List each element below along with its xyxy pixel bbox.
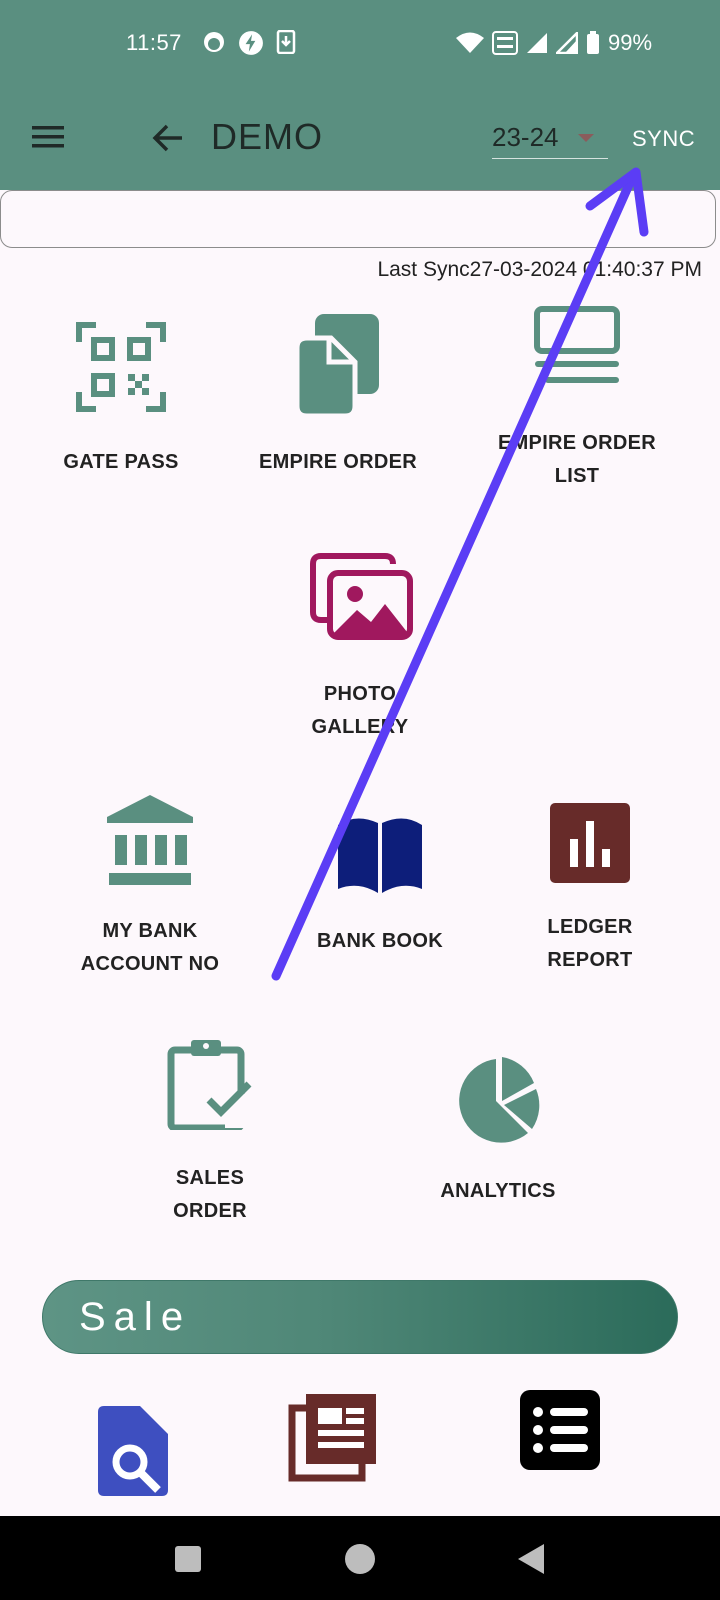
tile-label-line2: LIST: [554, 465, 600, 487]
bar-chart-icon: [550, 803, 630, 883]
tile-label-line1: SALES: [175, 1167, 245, 1189]
qr-code-icon: [76, 322, 166, 412]
pie-chart-icon: [459, 1057, 540, 1143]
tile-gate-pass[interactable]: GATE PASS: [41, 322, 201, 479]
tile-label-line1: LEDGER: [547, 916, 633, 938]
status-time: 11:57: [126, 30, 182, 55]
status-notification-icons: [202, 30, 296, 56]
tile-label: BANK BOOK: [316, 930, 444, 952]
recents-button[interactable]: [175, 1546, 201, 1572]
news-documents-icon[interactable]: [288, 1392, 378, 1482]
sale-section-label: Sale: [79, 1295, 192, 1339]
system-back-button[interactable]: [518, 1544, 544, 1574]
tile-ledger-report[interactable]: LEDGER REPORT: [500, 803, 680, 977]
sync-button[interactable]: SYNC: [632, 126, 695, 152]
face-notification-icon: [204, 32, 224, 52]
monitor-list-icon: [534, 306, 620, 383]
tile-label: ANALYTICS: [440, 1180, 556, 1202]
tile-label: EMPIRE ORDER: [258, 451, 418, 473]
search-input[interactable]: [0, 190, 716, 248]
dropdown-caret-icon: [578, 134, 594, 142]
search-document-icon[interactable]: [98, 1406, 170, 1496]
home-button[interactable]: [345, 1544, 375, 1574]
tile-label-line2: REPORT: [547, 949, 633, 971]
document-phone-icon: [294, 314, 379, 418]
tile-analytics[interactable]: ANALYTICS: [418, 1055, 578, 1208]
battery-icon: [587, 31, 599, 54]
tile-photo-gallery[interactable]: PHOTO GALLERY: [280, 552, 440, 744]
system-navigation-bar: [0, 1516, 720, 1600]
tile-my-bank-account[interactable]: MY BANK ACCOUNT NO: [60, 795, 240, 981]
tile-bank-book[interactable]: BANK BOOK: [300, 815, 460, 958]
wifi-icon: [456, 32, 484, 53]
menu-icon[interactable]: [30, 122, 66, 152]
tile-empire-order-list[interactable]: EMPIRE ORDER LIST: [482, 305, 672, 493]
status-bar: 11:57 99%: [0, 0, 720, 90]
tile-empire-order[interactable]: EMPIRE ORDER: [248, 312, 428, 479]
tile-label-line2: GALLERY: [311, 716, 409, 738]
clipboard-check-icon: [167, 1040, 255, 1130]
financial-year-dropdown[interactable]: 23-24: [492, 120, 608, 159]
gallery-icon: [310, 553, 413, 640]
tile-label-line1: EMPIRE ORDER: [497, 432, 657, 454]
financial-year-value: 23-24: [492, 122, 559, 152]
flash-notification-icon: [239, 31, 263, 55]
tile-label-line1: PHOTO: [323, 683, 397, 705]
signal-icon-2: [556, 32, 578, 54]
app-bar: DEMO 23-24 SYNC: [0, 90, 720, 190]
tile-sales-order[interactable]: SALES ORDER: [130, 1038, 290, 1228]
status-system-icons: 99%: [456, 30, 652, 56]
tile-label: GATE PASS: [63, 451, 179, 473]
sale-section-header: Sale: [42, 1280, 678, 1354]
back-arrow-icon[interactable]: [150, 120, 186, 156]
last-sync-text: Last Sync27-03-2024 01:40:37 PM: [377, 258, 702, 281]
tile-label-line2: ORDER: [173, 1200, 247, 1222]
download-notification-icon: [276, 30, 296, 54]
tile-label-line1: MY BANK: [102, 920, 198, 942]
signal-icon: [527, 33, 547, 53]
list-icon[interactable]: [520, 1390, 600, 1470]
bank-icon: [107, 795, 193, 885]
tile-label-line2: ACCOUNT NO: [80, 953, 220, 975]
book-icon: [338, 818, 422, 893]
page-title: DEMO: [211, 116, 323, 157]
battery-percent: 99%: [608, 30, 653, 55]
volte-icon: [492, 31, 518, 55]
